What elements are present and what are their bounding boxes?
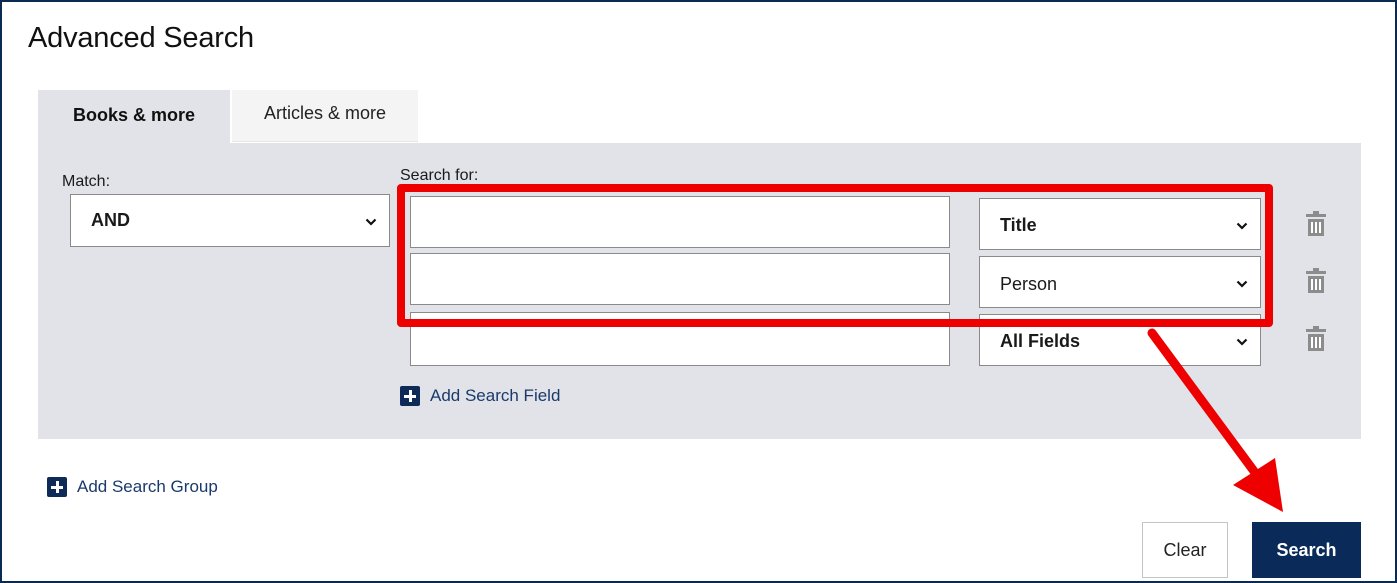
annotation-arrow-icon — [1147, 328, 1283, 512]
